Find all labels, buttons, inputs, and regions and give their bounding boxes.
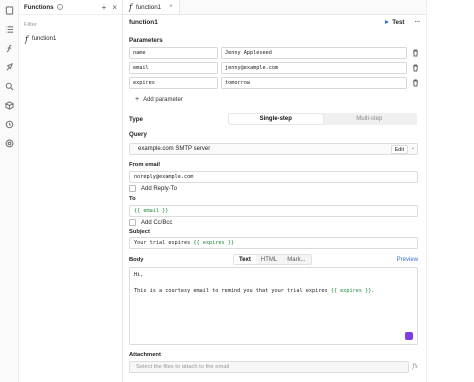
edit-query-button[interactable]: Edit xyxy=(390,145,408,154)
right-pane xyxy=(426,0,474,382)
body-format-tabs: Text HTML Mark... xyxy=(233,254,312,265)
function-icon: f xyxy=(129,2,132,12)
trash-icon[interactable] xyxy=(412,64,419,72)
close-tab-icon[interactable]: × xyxy=(169,4,173,10)
param-row: email jenny@example.com xyxy=(129,62,419,74)
function-list-item[interactable]: f function1 xyxy=(22,33,119,45)
subject-text: Your trial expires xyxy=(134,240,194,246)
body-template: {{ expires }} xyxy=(330,288,372,294)
functions-title: Functions xyxy=(24,3,54,11)
files-icon[interactable] xyxy=(5,6,14,15)
type-option-single-step[interactable]: Single-step xyxy=(229,114,323,124)
editor-titlebar: function1 Test ··· xyxy=(123,15,426,29)
function-icon: f xyxy=(25,34,28,44)
cc-bcc-label: Add Cc/Bcc xyxy=(141,219,173,226)
add-parameter-label: Add parameter xyxy=(143,97,183,103)
to-label: To xyxy=(129,196,136,202)
parameters-label: Parameters xyxy=(129,37,163,44)
preview-link[interactable]: Preview xyxy=(397,257,418,263)
param-row: expires tomorrow xyxy=(129,77,419,89)
assistant-icon[interactable] xyxy=(405,332,413,340)
param-value-input[interactable]: jenny@example.com xyxy=(221,62,407,74)
reply-to-label: Add Reply-To xyxy=(141,185,178,192)
reply-to-row[interactable]: Add Reply-To xyxy=(129,185,177,192)
history-icon[interactable] xyxy=(5,120,14,129)
settings-icon[interactable] xyxy=(5,139,14,148)
test-button[interactable]: Test xyxy=(385,18,405,26)
cc-bcc-checkbox[interactable] xyxy=(129,219,136,226)
functions-panel-header: Functions i + × xyxy=(19,0,122,15)
cc-bcc-row[interactable]: Add Cc/Bcc xyxy=(129,219,172,226)
param-value-input[interactable]: tomorrow xyxy=(221,77,407,89)
attachment-input[interactable]: Select the files to attach to the email xyxy=(129,361,409,373)
query-select[interactable]: example.com SMTP server Edit ⌄ xyxy=(129,143,418,155)
app-root: Functions i + × Filter f function1 f fun… xyxy=(0,0,474,382)
body-line: This is a courtesy email to remind you t… xyxy=(134,288,375,294)
subject-template: {{ expires }} xyxy=(193,240,234,246)
trash-icon[interactable] xyxy=(412,79,419,87)
to-template: {{ email }} xyxy=(134,208,169,214)
plus-icon: + xyxy=(135,96,140,103)
functions-panel: Functions i + × Filter f function1 xyxy=(19,0,123,382)
panel-actions: + × xyxy=(102,3,117,12)
from-email-label: From email xyxy=(129,162,160,168)
type-option-multi-step[interactable]: Multi-step xyxy=(323,114,417,124)
fx-icon[interactable]: fx xyxy=(412,363,418,370)
tab-label: function1 xyxy=(135,3,162,11)
filter-input[interactable]: Filter xyxy=(24,18,117,31)
list-icon[interactable] xyxy=(5,25,14,34)
play-icon xyxy=(385,20,390,24)
chevron-down-icon[interactable]: ⌄ xyxy=(411,145,415,151)
from-email-input[interactable]: noreply@example.com xyxy=(129,171,418,183)
param-row: name Jenny Appleseed xyxy=(129,47,419,59)
functions-icon[interactable] xyxy=(5,44,14,53)
close-panel-icon[interactable]: × xyxy=(112,3,117,12)
param-name-input[interactable]: name xyxy=(129,47,218,59)
body-tab-html[interactable]: HTML xyxy=(256,255,282,264)
type-label: Type xyxy=(129,116,143,123)
reply-to-checkbox[interactable] xyxy=(129,185,136,192)
tab-function1[interactable]: f function1 × xyxy=(123,0,180,14)
trash-icon[interactable] xyxy=(412,49,419,57)
type-toggle: Single-step Multi-step xyxy=(228,113,417,125)
icon-rail xyxy=(0,0,19,382)
function-editor: f function1 × function1 Test ··· Paramet… xyxy=(123,0,426,382)
search-icon[interactable] xyxy=(5,82,14,91)
query-value: example.com SMTP server xyxy=(138,146,211,152)
to-input[interactable]: {{ email }} xyxy=(129,205,418,217)
package-icon[interactable] xyxy=(5,101,14,110)
more-options-icon[interactable]: ··· xyxy=(415,19,421,26)
add-parameter-button[interactable]: + Add parameter xyxy=(135,96,183,103)
workflow-icon[interactable] xyxy=(5,63,14,72)
function-name: function1 xyxy=(129,18,158,26)
param-name-input[interactable]: expires xyxy=(129,77,218,89)
body-tab-markdown[interactable]: Mark... xyxy=(282,255,310,264)
body-label: Body xyxy=(129,257,144,263)
subject-label: Subject xyxy=(129,229,150,235)
function-item-label: function1 xyxy=(31,36,57,42)
attachment-label: Attachment xyxy=(129,352,161,358)
body-tab-text[interactable]: Text xyxy=(234,255,256,264)
param-name-input[interactable]: email xyxy=(129,62,218,74)
body-textarea[interactable]: Hi, This is a courtesy email to remind y… xyxy=(129,267,418,345)
add-function-icon[interactable]: + xyxy=(102,3,107,12)
query-label: Query xyxy=(129,131,147,138)
param-value-input[interactable]: Jenny Appleseed xyxy=(221,47,407,59)
tab-bar: f function1 × xyxy=(123,0,426,15)
test-label: Test xyxy=(392,18,405,26)
body-line: Hi, xyxy=(134,272,144,278)
subject-input[interactable]: Your trial expires {{ expires }} xyxy=(129,237,418,249)
info-icon[interactable]: i xyxy=(56,4,63,10)
